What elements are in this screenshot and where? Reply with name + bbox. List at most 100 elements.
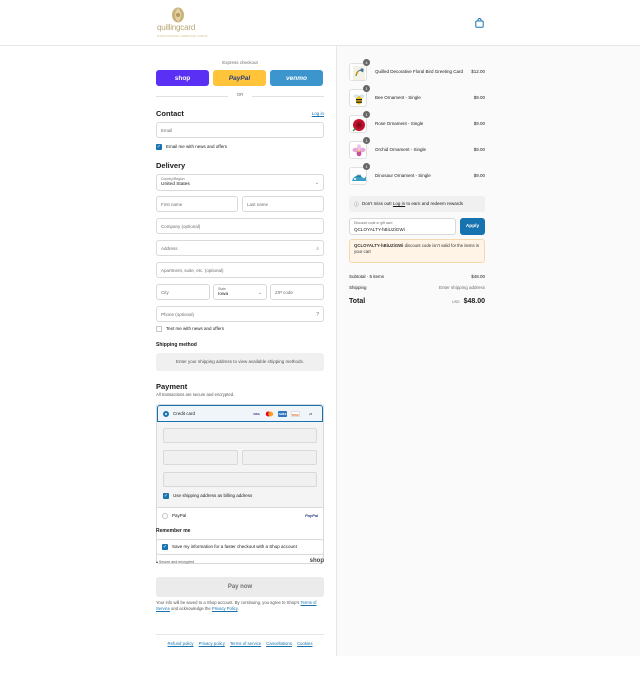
shipping-label: Shipping	[349, 285, 367, 290]
save-info-checkbox[interactable]: ✓	[162, 544, 168, 550]
lock-icon: 🔒︎	[156, 560, 158, 564]
quantity-badge: 1	[363, 111, 370, 118]
name-on-card-field[interactable]	[163, 472, 317, 487]
phone-field[interactable]: Phone (optional) ?	[156, 306, 324, 322]
footer-links: Refund policy Privacy policy Terms of se…	[156, 634, 324, 646]
more-cards-badge: +5	[308, 412, 313, 416]
security-code-field[interactable]	[242, 450, 317, 465]
privacy-policy-footer-link[interactable]: Privacy policy	[199, 641, 225, 646]
store-logo[interactable]: quillingcard HANDCRAFTED GREETING CARDS	[156, 5, 208, 41]
legal-text-end: .	[237, 606, 239, 611]
visa-icon: VISA	[253, 412, 260, 416]
state-select[interactable]: State Iowa ⌄	[213, 284, 267, 300]
apply-button[interactable]: Apply	[460, 218, 485, 235]
header: quillingcard HANDCRAFTED GREETING CARDS	[0, 0, 640, 46]
discount-code-field[interactable]: Discount code or gift card QCLOYALTY-hBi…	[349, 218, 456, 235]
logo-text: quillingcard	[157, 23, 196, 32]
credit-card-radio[interactable]	[163, 411, 169, 417]
item-name: Rose Ornament - Single	[375, 121, 424, 126]
shipping-row: Shipping Enter shipping address	[349, 285, 485, 290]
terms-of-service-footer-link[interactable]: Terms of service	[230, 641, 261, 646]
item-name: Dinosaur Ornament - Single	[375, 173, 431, 178]
quantity-badge: 1	[363, 85, 370, 92]
country-value: United States	[161, 182, 190, 187]
item-name: Orchid Ornament - Single	[375, 147, 427, 152]
payment-subtitle: All transactions are secure and encrypte…	[156, 392, 235, 397]
last-name-field[interactable]: Last name	[242, 196, 324, 212]
apartment-placeholder: Apartment, suite, etc. (optional)	[161, 268, 224, 273]
address-placeholder: Address	[161, 246, 178, 251]
remember-me-box: ✓ Save my information for a faster check…	[156, 539, 324, 555]
loyalty-text: Don't miss out! Log in to earn and redee…	[362, 201, 463, 206]
subtotal-row: Subtotal · 5 items $48.00	[349, 274, 485, 279]
company-field[interactable]: Company (optional)	[156, 218, 324, 234]
state-value: Iowa	[218, 292, 229, 297]
column-divider	[336, 46, 337, 656]
quantity-badge: 1	[363, 163, 370, 170]
first-name-field[interactable]: First name	[156, 196, 238, 212]
shop-pay-button[interactable]: shop	[156, 70, 209, 86]
credit-card-option[interactable]: Credit card VISA AMEX DISC +5	[157, 405, 323, 422]
cancellations-link[interactable]: Cancellations	[266, 641, 292, 646]
cookies-link[interactable]: Cookies	[297, 641, 313, 646]
card-details-area: ✓ Use shipping address as billing addres…	[157, 422, 323, 508]
discount-warning: QCLOYALTY-hBiUZiGWi discount code isn't …	[349, 239, 485, 263]
card-number-field[interactable]	[163, 428, 317, 443]
help-icon[interactable]: ?	[316, 312, 319, 318]
search-icon: ⌕	[316, 246, 319, 252]
legal-text-middle: and acknowledge the	[171, 606, 211, 611]
text-news-label: Text me with news and offers	[166, 326, 224, 331]
total-amount: USD $48.00	[452, 298, 485, 305]
list-item: 1 Rose Ornament - Single $9.00	[349, 111, 485, 135]
expiration-field[interactable]	[163, 450, 238, 465]
total-value: $48.00	[463, 298, 485, 305]
or-divider: OR	[156, 92, 324, 100]
item-name: Quilled Decorative Floral Bird Greeting …	[375, 69, 464, 74]
country-select[interactable]: Country/Region United States ⌄	[156, 174, 324, 191]
discount-value: QCLOYALTY-hBiUZiGWi	[354, 227, 405, 232]
contact-heading: Contact	[156, 109, 184, 118]
info-icon: ⓘ	[354, 202, 360, 208]
logo-swirl-icon	[172, 7, 184, 23]
item-price: $9.00	[473, 95, 485, 100]
first-name-placeholder: First name	[161, 202, 183, 207]
loyalty-banner: ⓘ Don't miss out! Log in to earn and red…	[349, 196, 485, 212]
loyalty-login-link[interactable]: Log in	[393, 201, 405, 206]
currency-code: USD	[452, 300, 460, 304]
zip-placeholder: ZIP code	[275, 290, 293, 295]
subtotal-label: Subtotal · 5 items	[349, 274, 385, 279]
quantity-badge: 1	[363, 137, 370, 144]
apartment-field[interactable]: Apartment, suite, etc. (optional)	[156, 262, 324, 278]
pay-now-button[interactable]: Pay now	[156, 577, 324, 597]
company-placeholder: Company (optional)	[161, 224, 201, 229]
shopping-bag-icon[interactable]	[475, 18, 484, 28]
paypal-option-label[interactable]: PayPal	[172, 513, 186, 518]
shop-logo: shop	[309, 558, 324, 564]
privacy-policy-link[interactable]: Privacy Policy	[212, 606, 238, 611]
login-link[interactable]: Log in	[312, 111, 324, 116]
quantity-badge: 4	[363, 59, 370, 66]
venmo-button[interactable]: venmo	[270, 70, 323, 86]
zip-field[interactable]: ZIP code	[270, 284, 324, 300]
address-field[interactable]: Address ⌕	[156, 240, 324, 256]
email-placeholder: Email	[161, 128, 173, 133]
shipping-method-placeholder: Enter your shipping address to view avai…	[156, 353, 324, 371]
mastercard-icon	[265, 411, 274, 417]
text-news-checkbox[interactable]	[156, 326, 162, 332]
email-news-checkbox[interactable]: ✓	[156, 144, 162, 150]
shipping-method-heading: Shipping method	[156, 342, 197, 348]
list-item: 1 Dinosaur Ornament - Single $9.00	[349, 163, 485, 187]
billing-address-checkbox[interactable]: ✓	[163, 493, 169, 499]
paypal-radio[interactable]	[162, 513, 168, 519]
paypal-button[interactable]: PayPal	[213, 70, 266, 86]
item-price: $12.00	[471, 69, 485, 74]
secure-text: Secure and encrypted	[158, 560, 195, 564]
loyalty-text-after: to earn and redeem rewards	[406, 201, 463, 206]
item-name: Bee Ornament - Single	[375, 95, 421, 100]
email-field[interactable]: Email	[156, 122, 324, 138]
email-news-label: Email me with news and offers	[166, 144, 227, 149]
city-field[interactable]: City	[156, 284, 210, 300]
refund-policy-link[interactable]: Refund policy	[168, 641, 194, 646]
loyalty-text-before: Don't miss out!	[362, 201, 392, 206]
shipping-value: Enter shipping address	[438, 285, 485, 290]
